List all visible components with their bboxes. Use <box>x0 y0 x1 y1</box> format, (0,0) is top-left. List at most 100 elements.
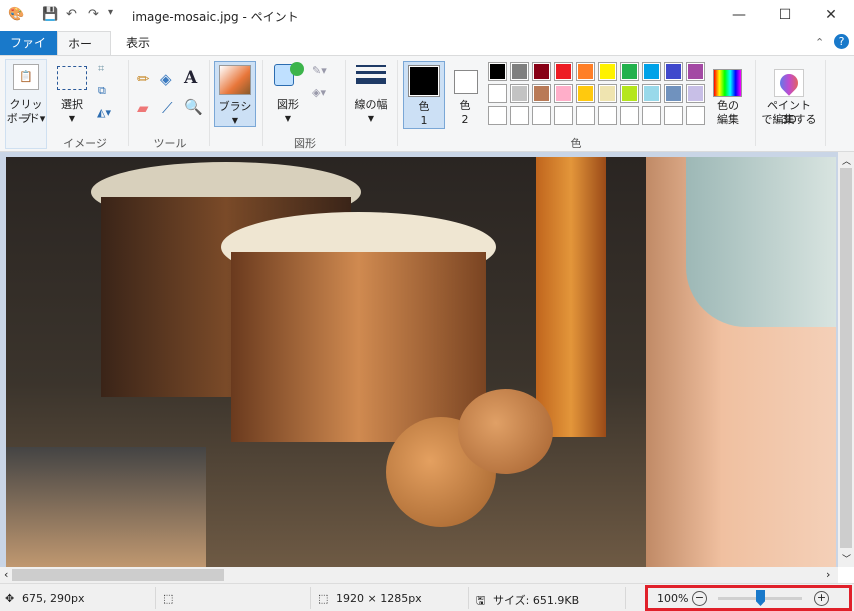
select-button[interactable]: 選択 <box>52 98 92 112</box>
help-icon[interactable]: ? <box>834 34 849 49</box>
line-width-dropdown-icon[interactable]: ▼ <box>350 112 392 126</box>
custom-color-slot[interactable] <box>686 106 705 125</box>
select-dropdown-icon[interactable]: ▼ <box>52 112 92 126</box>
line-width-icon[interactable] <box>356 65 386 84</box>
undo-icon[interactable]: ↶ <box>66 7 77 22</box>
eraser-icon[interactable]: ▰ <box>137 99 149 117</box>
edit-colors-label2: 編集 <box>717 113 739 126</box>
color2-button[interactable]: 色 2 <box>448 61 482 129</box>
custom-color-slot[interactable] <box>642 106 661 125</box>
title-bar: 🎨 💾 ↶ ↷ ▾ image-mosaic.jpg - ペイント — ☐ ✕ <box>0 0 854 31</box>
scroll-right-icon[interactable]: › <box>826 568 830 581</box>
palette-color-swatch[interactable] <box>664 84 683 103</box>
color1-button[interactable]: 色 1 <box>403 61 445 129</box>
palette-color-swatch[interactable] <box>642 62 661 81</box>
palette-color-swatch[interactable] <box>510 62 529 81</box>
zoom-in-button[interactable]: + <box>814 591 829 606</box>
customize-toolbar-icon[interactable]: ▾ <box>108 7 113 18</box>
edit-colors-button[interactable]: 色の 編集 <box>710 61 746 131</box>
horizontal-scroll-thumb[interactable] <box>12 569 224 581</box>
custom-color-slot[interactable] <box>598 106 617 125</box>
palette-color-swatch[interactable] <box>576 62 595 81</box>
window-title: image-mosaic.jpg - ペイント <box>132 10 299 24</box>
file-size-icon: 🖫 <box>476 594 486 607</box>
palette-color-swatch[interactable] <box>532 84 551 103</box>
palette-color-swatch[interactable] <box>642 84 661 103</box>
pencil-icon[interactable]: ✏ <box>137 70 150 88</box>
shapes-group-label: 図形 <box>294 137 316 150</box>
zoom-level: 100% <box>657 592 689 605</box>
shape-fill-icon[interactable]: ◈▾ <box>312 86 326 99</box>
resize-icon[interactable]: ⧉ <box>98 84 106 98</box>
scroll-down-icon[interactable]: ﹀ <box>842 552 851 565</box>
tab-home[interactable]: ホーム <box>57 31 111 75</box>
palette-color-swatch[interactable] <box>598 84 617 103</box>
custom-color-slot[interactable] <box>554 106 573 125</box>
line-width-button[interactable]: 線の幅 <box>350 98 392 112</box>
file-size: サイズ: 651.9KB <box>493 594 580 607</box>
custom-color-slot[interactable] <box>510 106 529 125</box>
palette-color-swatch[interactable] <box>620 84 639 103</box>
palette-color-swatch[interactable] <box>532 62 551 81</box>
palette-color-swatch[interactable] <box>620 62 639 81</box>
zoom-out-button[interactable]: − <box>692 591 707 606</box>
tab-file[interactable]: ファイル <box>0 31 57 74</box>
palette-color-swatch[interactable] <box>664 62 683 81</box>
custom-color-slot[interactable] <box>620 106 639 125</box>
color-spectrum-icon <box>713 69 742 97</box>
tab-view[interactable]: 表示 <box>116 31 160 55</box>
scroll-left-icon[interactable]: ‹ <box>4 568 8 581</box>
magnifier-icon[interactable]: 🔍 <box>184 98 203 116</box>
image-group-label: イメージ <box>63 137 107 150</box>
clipboard-label2: ボード▾ <box>6 112 46 125</box>
collapse-ribbon-icon[interactable]: ⌃ <box>815 36 824 49</box>
outline-icon[interactable]: ✎▾ <box>312 64 327 77</box>
horizontal-scrollbar[interactable]: ‹ › <box>0 567 838 583</box>
palette-color-swatch[interactable] <box>488 62 507 81</box>
palette-color-swatch[interactable] <box>598 62 617 81</box>
palette-color-swatch[interactable] <box>488 84 507 103</box>
color2-label: 色 <box>459 99 471 112</box>
palette-color-swatch[interactable] <box>554 62 573 81</box>
rotate-icon[interactable]: ◭▾ <box>97 106 111 119</box>
vertical-scrollbar[interactable]: ︿ ﹀ <box>838 152 854 567</box>
palette-color-swatch[interactable] <box>554 84 573 103</box>
ribbon-tabs: ファイル ホーム 表示 ⌃ ? <box>0 31 854 75</box>
brush-button[interactable]: ブラシ ▼ <box>214 61 256 127</box>
palette-color-swatch[interactable] <box>576 84 595 103</box>
brush-label: ブラシ <box>218 100 252 113</box>
custom-color-slot[interactable] <box>576 106 595 125</box>
edit-colors-label: 色の <box>717 99 739 112</box>
color1-num: 1 <box>420 114 428 127</box>
scroll-up-icon[interactable]: ︿ <box>842 154 851 167</box>
crop-icon[interactable]: ⌗ <box>98 62 104 76</box>
image-canvas[interactable] <box>6 157 836 567</box>
palette-color-swatch[interactable] <box>510 84 529 103</box>
shapes-button[interactable]: 図形 <box>268 98 308 112</box>
image-size-icon: ⬚ <box>318 592 329 605</box>
color-picker-icon[interactable]: ⟋ <box>162 99 173 117</box>
status-bar: ✥ 675, 290px ⬚ ⬚ 1920 × 1285px 🖫 サイズ: 65… <box>0 583 854 611</box>
custom-color-slot[interactable] <box>664 106 683 125</box>
select-icon[interactable] <box>57 66 87 90</box>
palette-color-swatch[interactable] <box>686 62 705 81</box>
close-button[interactable]: ✕ <box>808 0 854 31</box>
text-icon[interactable]: A <box>184 68 197 88</box>
save-icon[interactable]: 💾 <box>42 7 58 22</box>
maximize-button[interactable]: ☐ <box>762 0 808 31</box>
minimize-button[interactable]: — <box>716 0 762 31</box>
shapes-dropdown-icon[interactable]: ▼ <box>268 112 308 126</box>
edit-with-paint3d-button[interactable]: ペイント 3D で編集する <box>758 61 820 131</box>
tools-group-label: ツール <box>153 137 187 150</box>
redo-icon[interactable]: ↷ <box>88 7 99 22</box>
fill-icon[interactable]: ◈ <box>160 70 172 88</box>
paint-app-icon: 🎨 <box>8 7 25 22</box>
custom-color-slot[interactable] <box>532 106 551 125</box>
paint3d-icon <box>774 69 804 97</box>
color2-swatch <box>456 72 476 92</box>
vertical-scroll-thumb[interactable] <box>840 168 852 548</box>
palette-color-swatch[interactable] <box>686 84 705 103</box>
custom-color-slot[interactable] <box>488 106 507 125</box>
clipboard-button[interactable]: 📋 クリップ ボード▾ <box>5 59 47 149</box>
color1-swatch <box>410 67 438 95</box>
